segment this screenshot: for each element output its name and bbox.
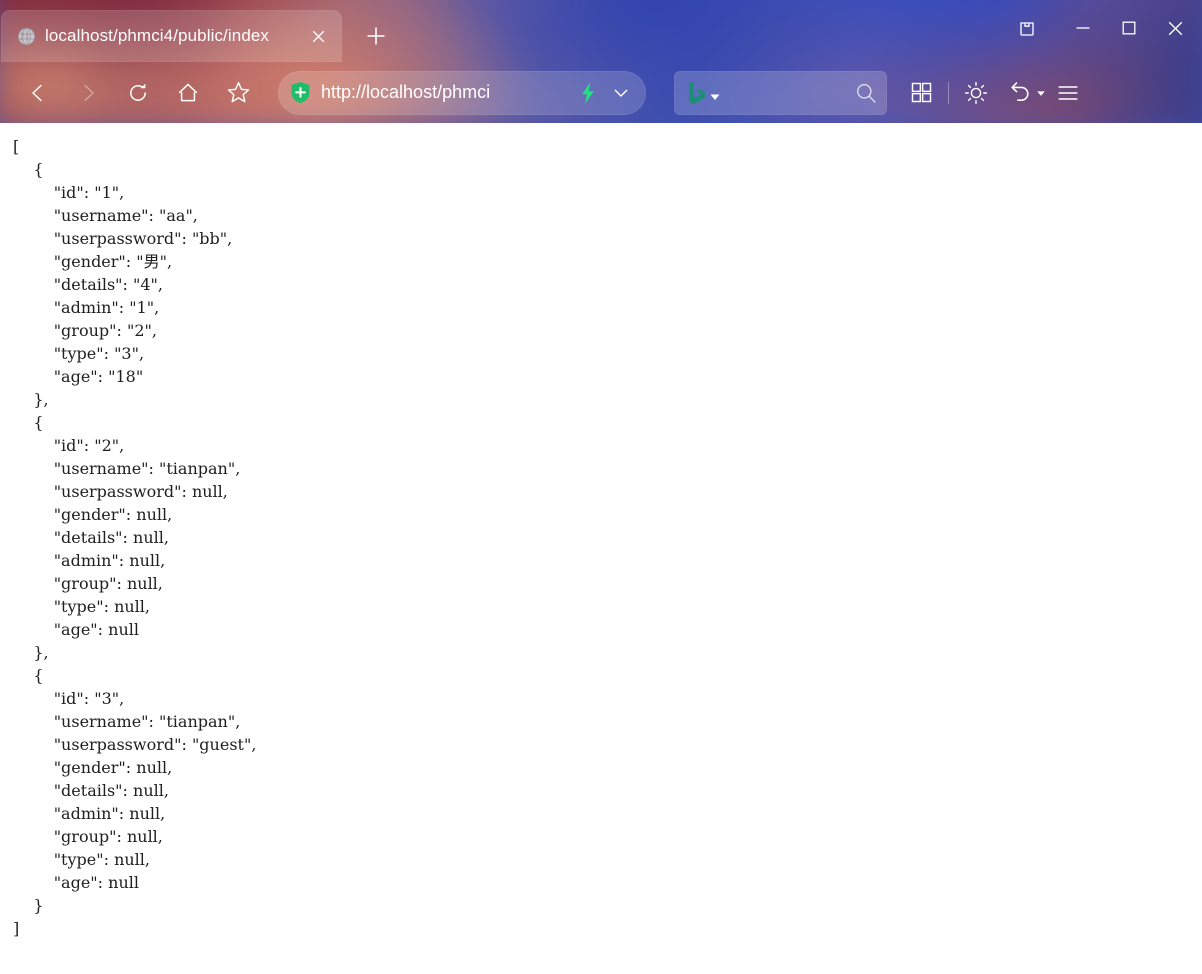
split-screen-icon[interactable] [1004,8,1050,48]
minimize-icon[interactable] [1060,8,1106,48]
browser-tab-active[interactable]: localhost/phmci4/public/index [1,10,342,62]
caret-down-icon[interactable] [709,91,721,103]
lightning-bolt-icon[interactable] [580,82,596,104]
reload-button[interactable] [116,71,160,115]
page-viewport: [ { "id": "1", "username": "aa", "userpa… [0,123,1202,974]
address-bar-url: http://localhost/phmci [321,82,491,102]
home-icon [178,83,198,101]
plus-icon [367,27,385,45]
home-button[interactable] [166,71,210,115]
search-box[interactable] [674,70,887,115]
maximize-icon[interactable] [1106,8,1152,48]
magnifier-icon[interactable] [855,82,877,104]
hamburger-menu-icon[interactable] [1046,71,1090,115]
globe-icon [17,27,36,45]
tab-close-icon[interactable] [306,24,330,48]
browser-window: localhost/phmci4/public/index http://loc… [0,0,1202,123]
toolbar-divider [948,81,949,104]
collections-icon[interactable] [899,71,943,115]
window-controls [1004,8,1198,48]
navigation-toolbar: http://localhost/phmci [0,62,1202,123]
new-tab-button[interactable] [356,14,396,58]
chevron-down-icon[interactable] [606,78,636,108]
close-icon[interactable] [1152,8,1198,48]
star-icon [227,81,249,103]
brightness-icon[interactable] [954,71,998,115]
json-response-body: [ { "id": "1", "username": "aa", "userpa… [13,137,257,938]
chevron-left-icon [32,84,42,101]
tab-strip: localhost/phmci4/public/index [0,0,1202,62]
shield-plus-icon[interactable] [290,81,311,104]
refresh-icon [130,83,146,101]
back-button[interactable] [16,71,60,115]
chevron-right-icon [84,84,94,101]
tab-title: localhost/phmci4/public/index [45,26,270,45]
forward-button[interactable] [66,71,110,115]
address-bar[interactable]: http://localhost/phmci [278,70,646,115]
bing-logo-icon [689,81,705,104]
toolbar-right-actions [899,71,1090,115]
favorites-button[interactable] [216,71,260,115]
history-caret-down-icon[interactable] [1036,88,1046,98]
